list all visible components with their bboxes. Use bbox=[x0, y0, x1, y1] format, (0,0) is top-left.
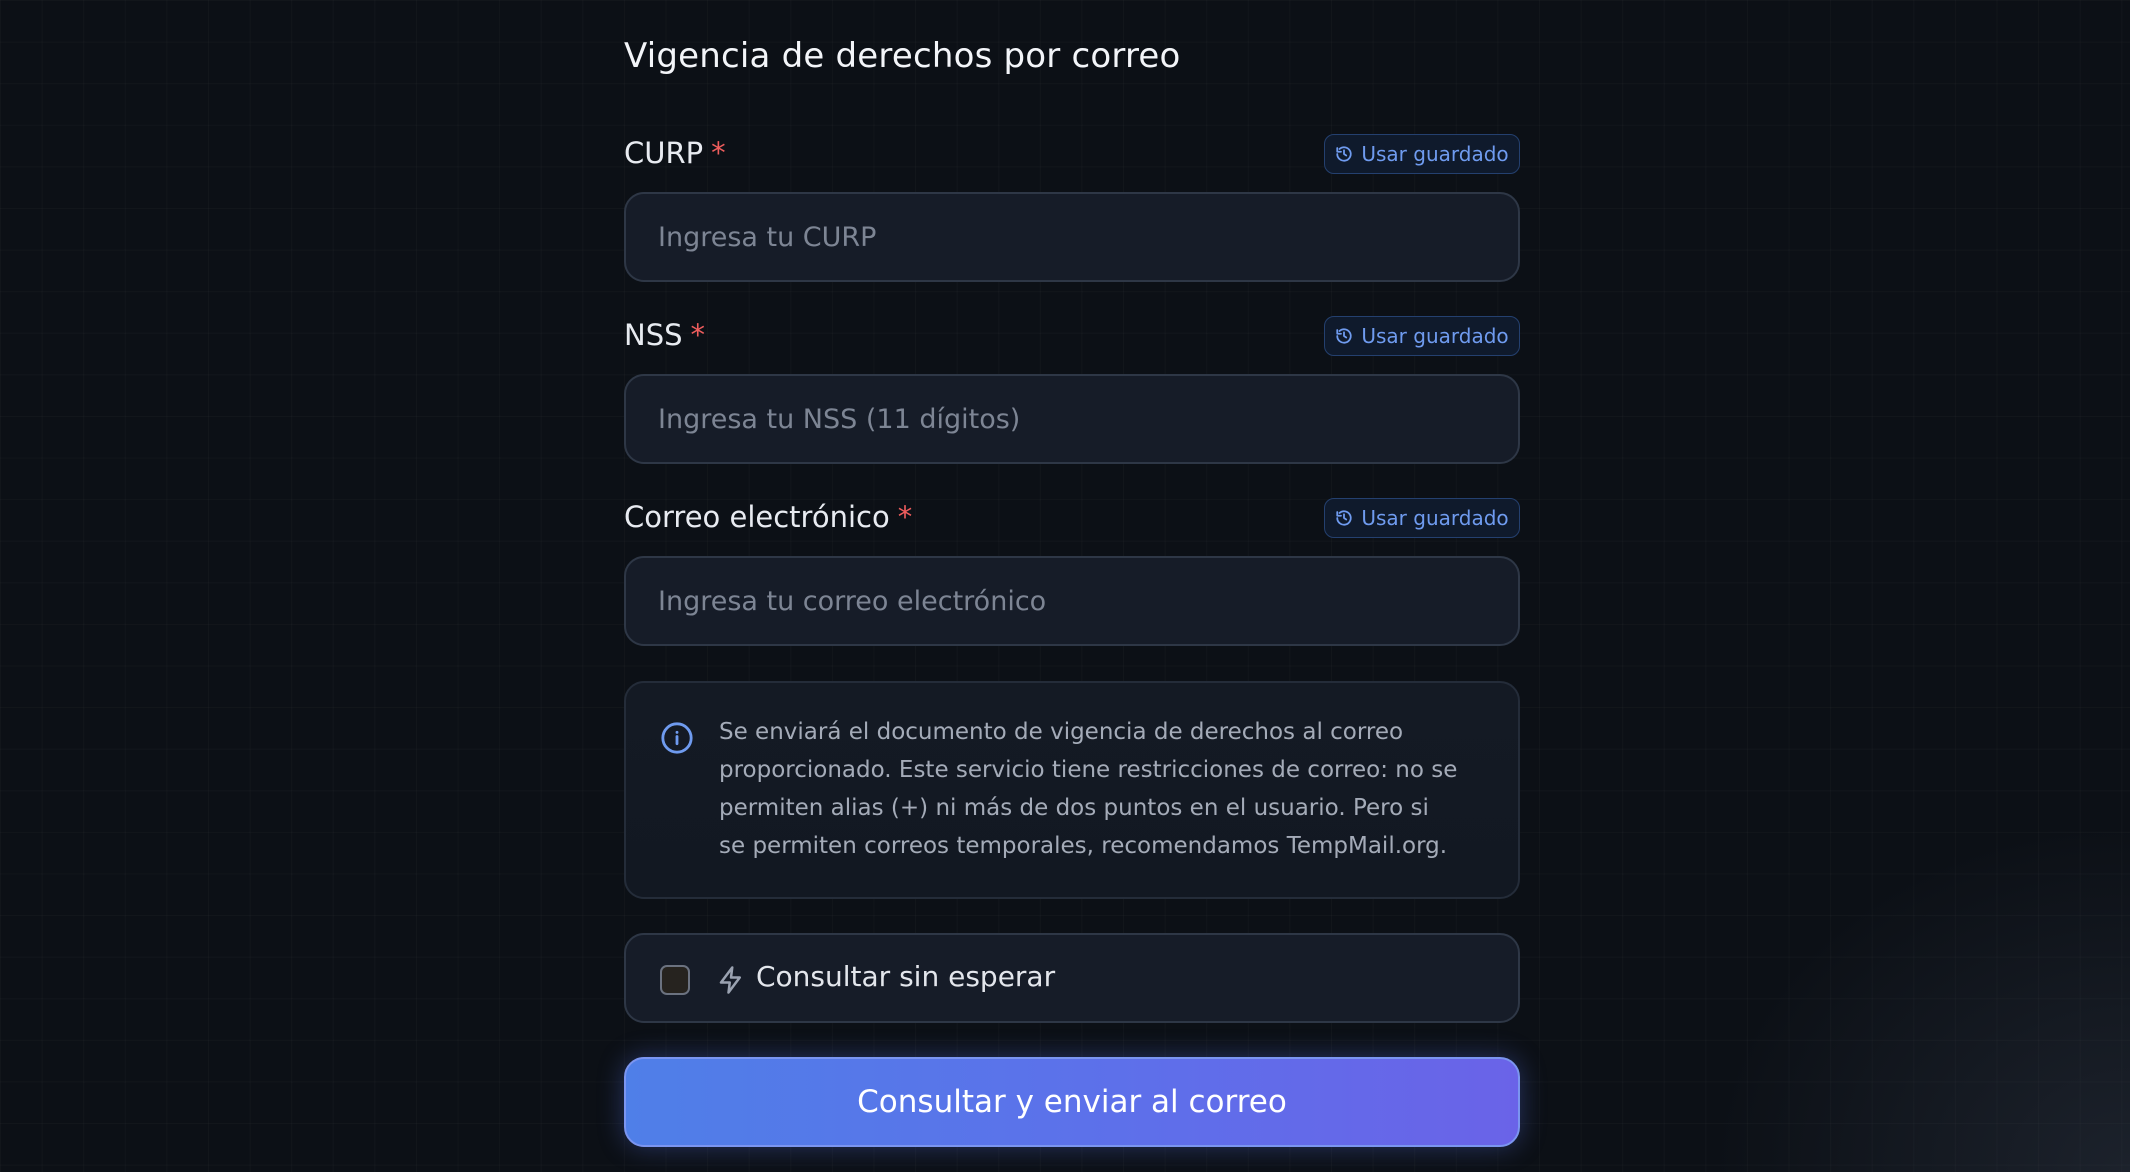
skip-wait-checkbox[interactable] bbox=[660, 965, 690, 995]
info-icon bbox=[661, 722, 693, 754]
skip-wait-label: Consultar sin esperar bbox=[756, 960, 1056, 993]
nss-use-saved-button[interactable]: Usar guardado bbox=[1324, 316, 1520, 356]
curp-label-text: CURP bbox=[624, 136, 704, 170]
info-text: Se enviará el documento de vigencia de d… bbox=[719, 719, 1458, 859]
nss-label: NSS * bbox=[624, 318, 705, 352]
history-icon bbox=[1336, 146, 1352, 162]
nss-input[interactable] bbox=[624, 374, 1520, 464]
nss-label-row: NSS * Usar guardado bbox=[624, 316, 1520, 358]
info-notice: Se enviará el documento de vigencia de d… bbox=[624, 681, 1520, 899]
email-label: Correo electrónico * bbox=[624, 500, 912, 534]
use-saved-label: Usar guardado bbox=[1361, 142, 1509, 166]
email-label-text: Correo electrónico bbox=[624, 500, 890, 534]
required-marker: * bbox=[711, 136, 726, 170]
curp-input[interactable] bbox=[624, 192, 1520, 282]
submit-button[interactable]: Consultar y enviar al correo bbox=[624, 1057, 1520, 1147]
skip-wait-option[interactable]: Consultar sin esperar bbox=[624, 933, 1520, 1023]
curp-use-saved-button[interactable]: Usar guardado bbox=[1324, 134, 1520, 174]
nss-label-text: NSS bbox=[624, 318, 683, 352]
email-input[interactable] bbox=[624, 556, 1520, 646]
email-label-row: Correo electrónico * Usar guardado bbox=[624, 498, 1520, 540]
curp-label: CURP * bbox=[624, 136, 726, 170]
page-title: Vigencia de derechos por correo bbox=[624, 36, 1181, 76]
history-icon bbox=[1336, 328, 1352, 344]
use-saved-label: Usar guardado bbox=[1361, 324, 1509, 348]
history-icon bbox=[1336, 510, 1352, 526]
bolt-icon bbox=[719, 966, 741, 994]
use-saved-label: Usar guardado bbox=[1361, 506, 1509, 530]
required-marker: * bbox=[897, 500, 913, 534]
email-use-saved-button[interactable]: Usar guardado bbox=[1324, 498, 1520, 538]
curp-label-row: CURP * Usar guardado bbox=[624, 134, 1520, 176]
required-marker: * bbox=[690, 318, 706, 352]
